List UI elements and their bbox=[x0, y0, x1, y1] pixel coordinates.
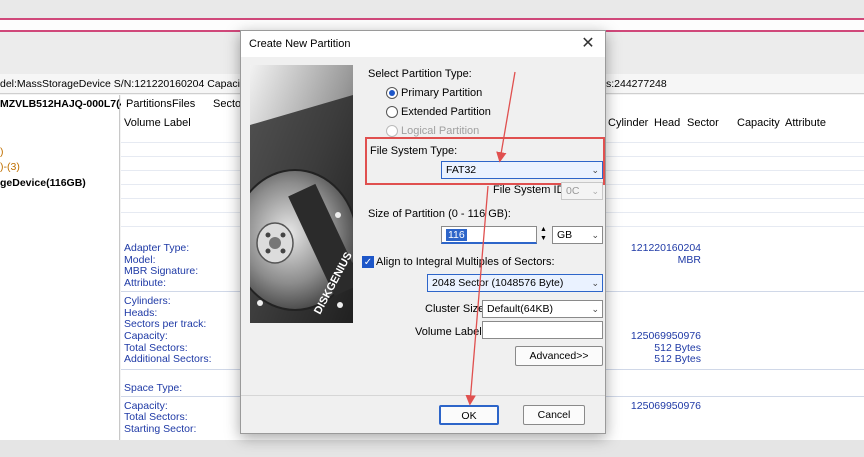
arrow-to-fs-type bbox=[496, 71, 516, 163]
arrow-to-ok bbox=[465, 185, 489, 406]
annotation-arrows bbox=[465, 71, 516, 406]
